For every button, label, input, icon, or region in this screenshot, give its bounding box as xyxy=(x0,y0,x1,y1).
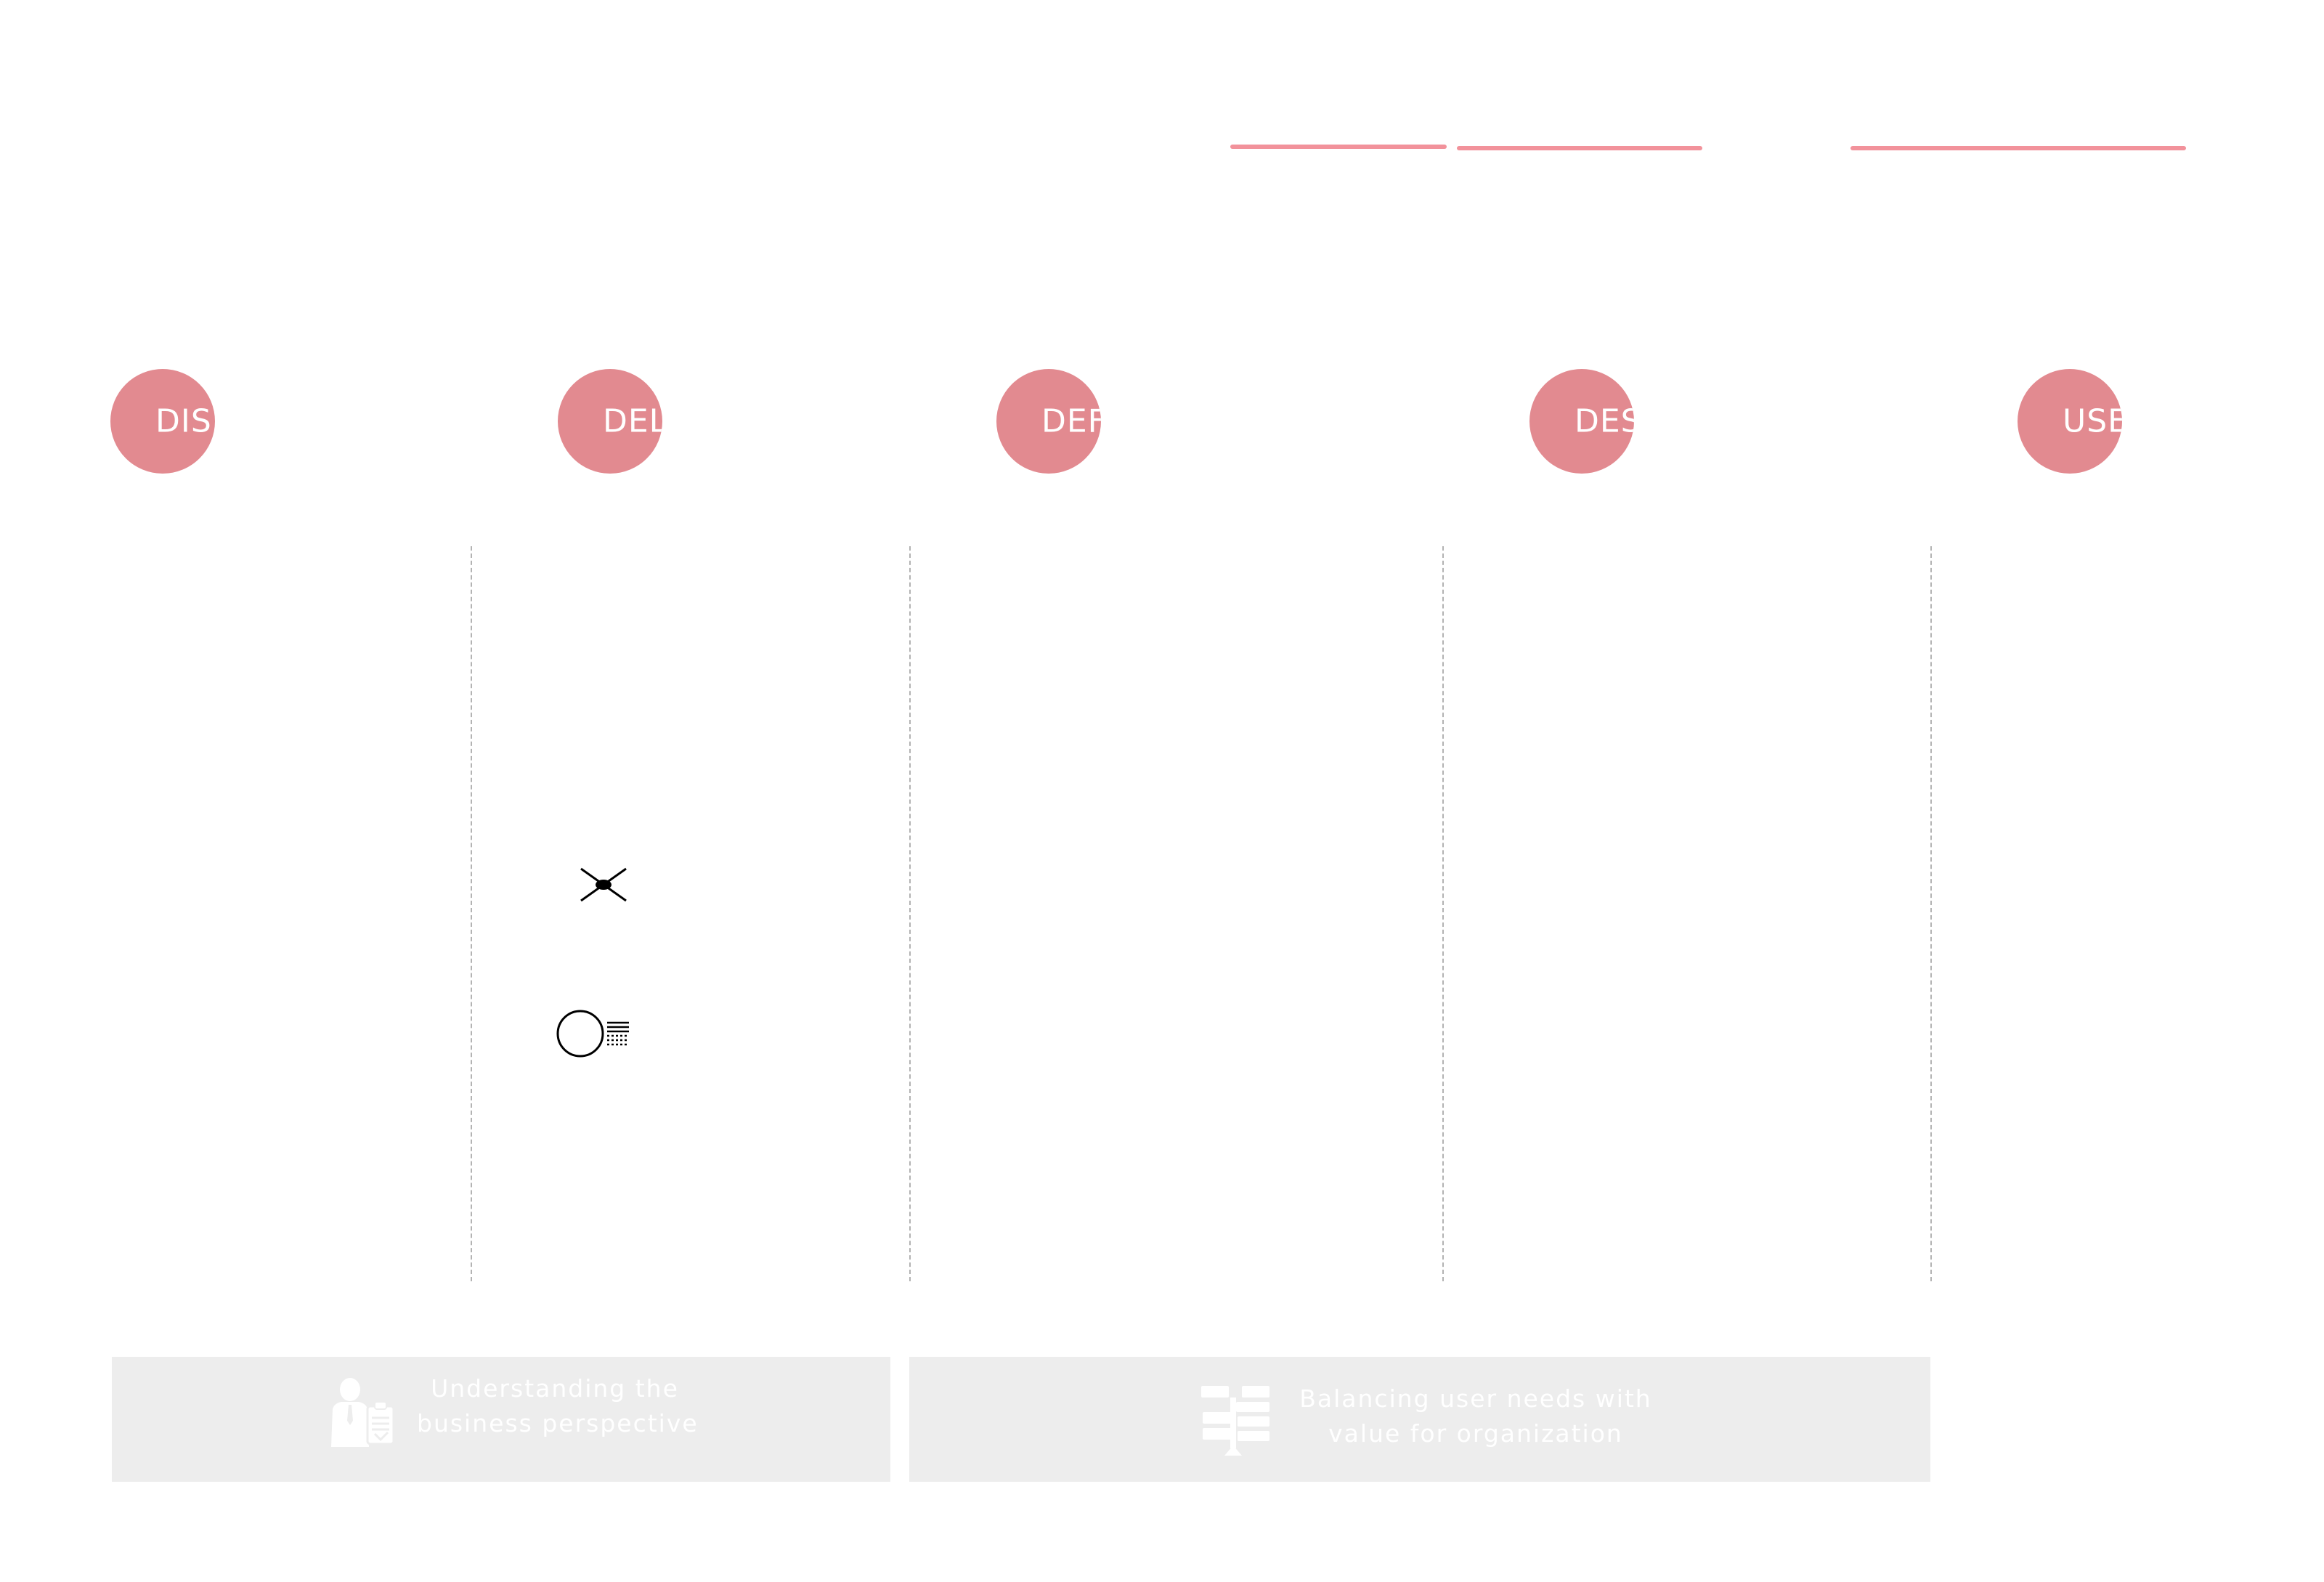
phase-circle-4: DES xyxy=(1529,369,1634,474)
phase-circle-1: DIS xyxy=(110,369,215,474)
phase-circle-3: DEF xyxy=(996,369,1101,474)
column-divider-2 xyxy=(909,546,911,1281)
balancing-needs-text: Balancing user needs with value for orga… xyxy=(1294,1382,1657,1451)
column-divider-3 xyxy=(1442,546,1444,1281)
exclusive-gateway-x-icon xyxy=(578,866,629,904)
balancing-needs-line-2: value for organization xyxy=(1328,1419,1623,1448)
business-perspective-line-2: business perspective xyxy=(417,1409,699,1437)
phase-circle-5: USE xyxy=(2018,369,2122,474)
phase-label-4: DES xyxy=(1575,402,1634,440)
business-person-clipboard-icon xyxy=(324,1377,399,1450)
business-perspective-line-1: Understanding the xyxy=(431,1374,679,1403)
business-perspective-text: Understanding the business perspective xyxy=(417,1371,699,1441)
header-rule-2 xyxy=(1457,146,1702,150)
phase-circle-2: DEL xyxy=(558,369,662,474)
balance-scale-cards-icon xyxy=(1198,1383,1274,1459)
phase-label-1: DIS xyxy=(155,402,212,440)
header-rule-1 xyxy=(1230,145,1447,149)
column-divider-4 xyxy=(1930,546,1932,1281)
balancing-needs-panel: Balancing user needs with value for orga… xyxy=(909,1357,1930,1482)
phase-label-5: USE xyxy=(2063,402,2122,440)
phase-label-3: DEF xyxy=(1041,402,1101,440)
phase-label-2: DEL xyxy=(603,402,662,440)
conditional-event-icon xyxy=(555,1008,635,1059)
business-perspective-panel: Understanding the business perspective xyxy=(112,1357,890,1482)
balancing-needs-line-1: Balancing user needs with xyxy=(1299,1384,1652,1413)
header-rule-3 xyxy=(1850,146,2186,150)
column-divider-1 xyxy=(471,546,472,1281)
